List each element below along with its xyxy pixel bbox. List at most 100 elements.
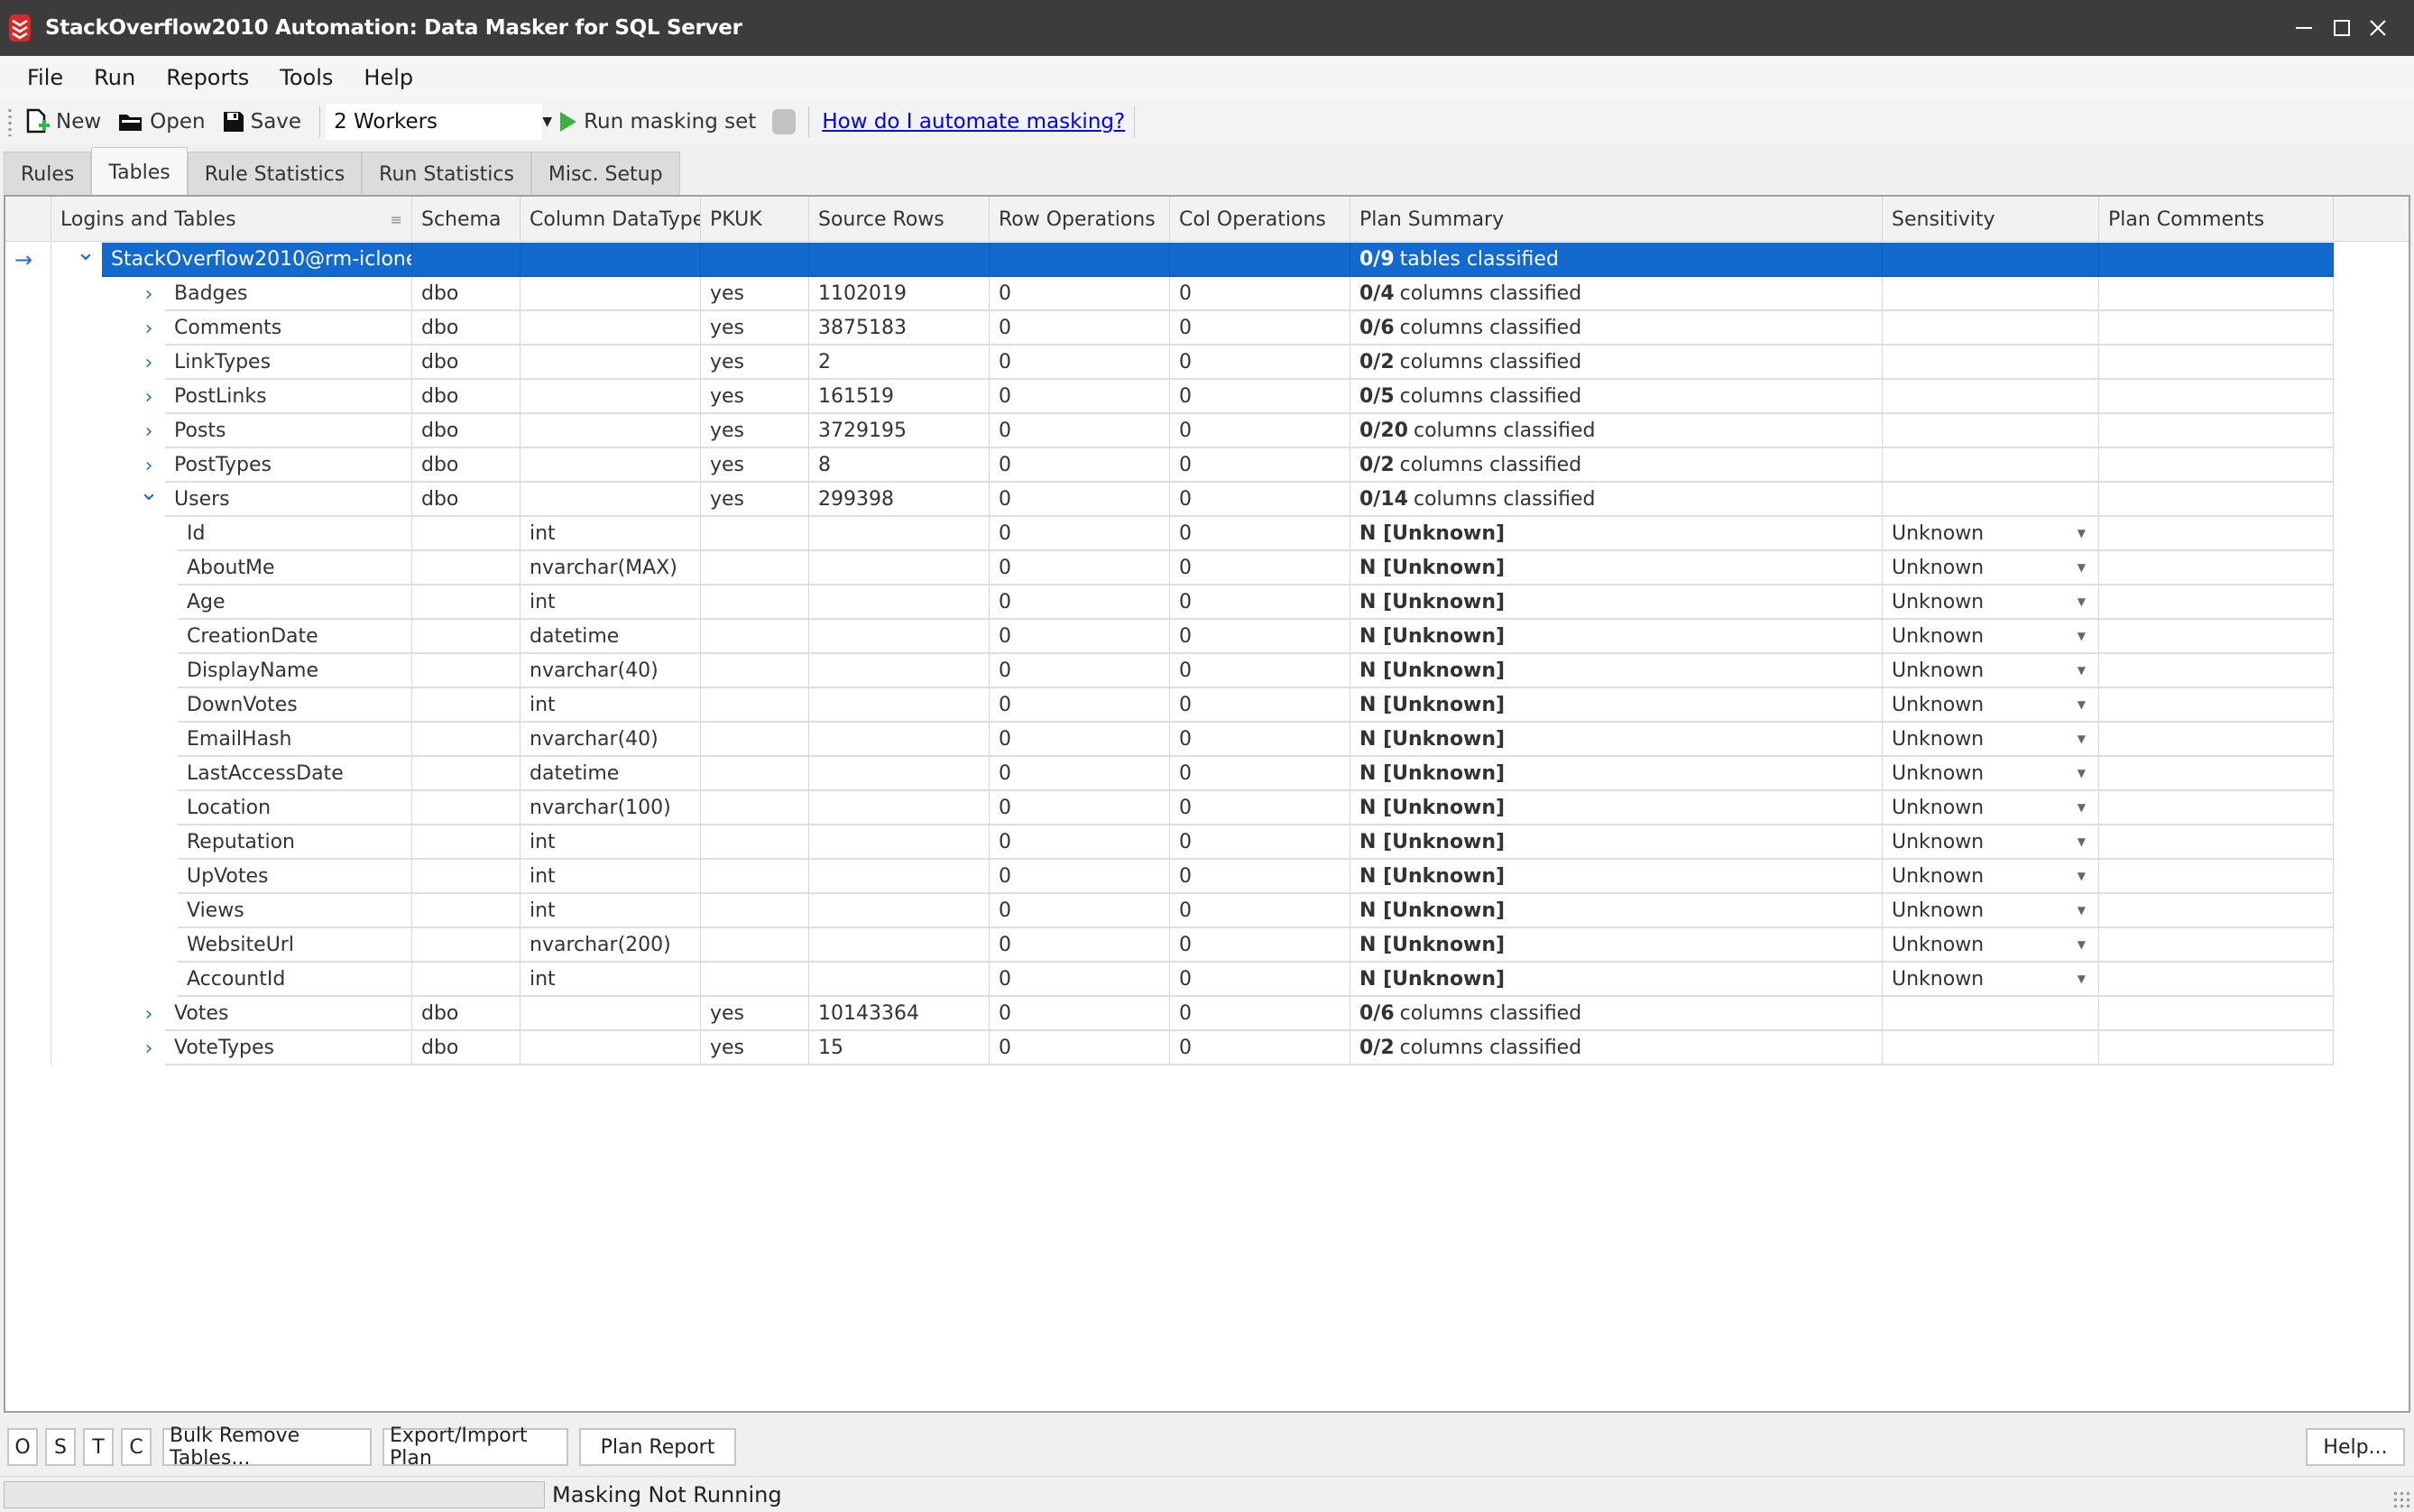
workers-dropdown[interactable]: 2 Workers ▼ [326,104,552,140]
bulk-remove-tables-button[interactable]: Bulk Remove Tables... [162,1424,372,1470]
column-row[interactable]: DownVotes int 0 0 N [Unknown] Unknown ▼ [5,688,2409,723]
stop-button[interactable] [772,109,797,134]
header-schema[interactable]: Schema [412,197,521,242]
column-row[interactable]: UpVotes int 0 0 N [Unknown] Unknown ▼ [5,860,2409,894]
sensitivity-dropdown[interactable]: Unknown ▼ [1883,688,2099,723]
sensitivity-dropdown[interactable]: Unknown ▼ [1883,963,2099,997]
column-row[interactable]: Id int 0 0 N [Unknown] Unknown ▼ [5,517,2409,551]
sensitivity-dropdown[interactable]: Unknown ▼ [1883,517,2099,551]
header-sensitivity[interactable]: Sensitivity [1883,197,2099,242]
table-row[interactable]: Posts dbo yes 3729195 0 0 0/20 columns classifi… [5,414,2409,448]
o-button[interactable]: O [7,1428,38,1466]
table-row[interactable]: LinkTypes dbo yes 2 0 0 0/2 columns classified › [5,346,2409,380]
table-row[interactable]: Users dbo yes 299398 0 0 0/14 columns classifie… [5,479,2409,517]
tab-rules[interactable]: Rules [4,152,92,197]
close-button[interactable] [2340,0,2414,56]
table-row[interactable]: Votes dbo yes 10143364 0 0 0/6 columns classifi… [5,997,2409,1031]
plan-comments-cell [2099,380,2334,414]
menu-file[interactable]: File [13,60,78,96]
column-row[interactable]: DisplayName nvarchar(40) 0 0 N [Unknown] Unkn… [5,654,2409,688]
run-masking-set-button[interactable]: Run masking set [558,110,756,134]
row_ops-cell: 0 [990,928,1170,963]
root-row[interactable]: → StackOverflow2010@rm-iclone1... 0/9table… [5,239,2409,277]
sensitivity-dropdown[interactable]: Unknown ▼ [1883,825,2099,860]
table-row[interactable]: PostLinks dbo yes 161519 0 0 0/5 columns classi… [5,380,2409,414]
expand-chevron-icon[interactable]: › [138,346,160,380]
column-row[interactable]: Reputation int 0 0 N [Unknown] Unknown ▼ [5,825,2409,860]
menu-reports[interactable]: Reports [152,60,263,96]
sensitivity-dropdown[interactable]: Unknown ▼ [1883,860,2099,894]
column-row[interactable]: AccountId int 0 0 N [Unknown] Unknown ▼ [5,963,2409,997]
export-import-plan-button[interactable]: Export/Import Plan [382,1424,568,1470]
menu-help[interactable]: Help [349,60,428,96]
table-row[interactable]: Comments dbo yes 3875183 0 0 0/6 columns classi… [5,311,2409,346]
expand-chevron-icon[interactable]: › [138,414,160,448]
s-button[interactable]: S [45,1428,76,1466]
sensitivity-dropdown[interactable]: Unknown ▼ [1883,551,2099,585]
header-plan-summary[interactable]: Plan Summary [1350,197,1883,242]
c-button[interactable]: C [121,1428,152,1466]
tab-rule-statistics[interactable]: Rule Statistics [187,152,363,197]
sensitivity-dropdown[interactable]: Unknown ▼ [1883,791,2099,825]
masking-progress-bar [4,1480,545,1508]
column-row[interactable]: WebsiteUrl nvarchar(200) 0 0 N [Unknown] Unkn… [5,928,2409,963]
expand-chevron-icon[interactable]: › [138,277,160,311]
sensitivity-dropdown[interactable]: Unknown ▼ [1883,757,2099,791]
grid-header: Logins and Tables ≡ Schema Column DataTy… [5,197,2409,242]
column-row[interactable]: CreationDate datetime 0 0 N [Unknown] Unknown… [5,620,2409,654]
table-row[interactable]: PostTypes dbo yes 8 0 0 0/2 columns classified › [5,448,2409,483]
row-indicator-cell [5,757,51,791]
header-plan-comments[interactable]: Plan Comments [2099,197,2334,242]
column-row[interactable]: LastAccessDate datetime 0 0 N [Unknown] Unkno… [5,757,2409,791]
menu-tools[interactable]: Tools [265,60,347,96]
name-text: Id [187,521,206,545]
column-row[interactable]: AboutMe nvarchar(MAX) 0 0 N [Unknown] Unknown… [5,551,2409,585]
plan-comments-cell [2099,997,2334,1031]
collapse-chevron-icon[interactable]: ⌄ [75,235,97,270]
play-icon [560,112,577,132]
sensitivity-dropdown[interactable]: Unknown ▼ [1883,928,2099,963]
automate-masking-help-link[interactable]: How do I automate masking? [822,110,1125,134]
header-pkuk[interactable]: PKUK [701,197,809,242]
expand-chevron-icon[interactable]: › [138,997,160,1031]
sensitivity-dropdown[interactable]: Unknown ▼ [1883,723,2099,757]
schema-cell [412,791,521,825]
menu-run[interactable]: Run [79,60,150,96]
expand-chevron-icon[interactable]: › [138,311,160,346]
table-row[interactable]: VoteTypes dbo yes 15 0 0 0/2 columns classified… [5,1031,2409,1065]
expand-chevron-icon[interactable]: › [138,380,160,414]
row_ops-cell: 0 [990,483,1170,517]
header-source-rows[interactable]: Source Rows [809,197,990,242]
header-col-operations[interactable]: Col Operations [1170,197,1350,242]
row-indicator-cell [5,585,51,620]
column-row[interactable]: Age int 0 0 N [Unknown] Unknown ▼ [5,585,2409,620]
name-text: PostLinks [174,384,267,408]
column-row[interactable]: EmailHash nvarchar(40) 0 0 N [Unknown] Unknow… [5,723,2409,757]
sensitivity-dropdown[interactable]: Unknown ▼ [1883,654,2099,688]
header-logins-and-tables[interactable]: Logins and Tables ≡ [51,197,412,242]
sensitivity-dropdown[interactable]: Unknown ▼ [1883,894,2099,928]
t-button[interactable]: T [83,1428,114,1466]
open-button[interactable]: Open [117,110,206,134]
save-button[interactable]: Save [222,110,301,134]
new-button[interactable]: New [25,108,101,135]
expand-chevron-icon[interactable]: › [138,1031,160,1065]
collapse-chevron-icon[interactable]: ⌄ [138,475,160,510]
resize-grip[interactable] [2392,1490,2410,1508]
plan-report-button[interactable]: Plan Report [579,1428,736,1466]
datatype-cell: datetime [521,620,701,654]
tab-tables[interactable]: Tables [91,147,188,197]
toolbar-grip[interactable] [7,107,13,136]
column-row[interactable]: Views int 0 0 N [Unknown] Unknown ▼ [5,894,2409,928]
col_ops-cell: 0 [1170,620,1350,654]
tab-run-statistics[interactable]: Run Statistics [362,152,531,197]
sensitivity-dropdown[interactable]: Unknown ▼ [1883,585,2099,620]
header-column-datatype[interactable]: Column DataType [521,197,701,242]
sensitivity-dropdown[interactable]: Unknown ▼ [1883,620,2099,654]
header-row-operations[interactable]: Row Operations [990,197,1170,242]
table-row[interactable]: Badges dbo yes 1102019 0 0 0/4 columns classifi… [5,277,2409,311]
help-button[interactable]: Help... [2306,1428,2405,1466]
column-row[interactable]: Location nvarchar(100) 0 0 N [Unknown] Unknow… [5,791,2409,825]
tab-misc-setup[interactable]: Misc. Setup [530,152,680,197]
sensitivity-cell [1883,1031,2099,1065]
